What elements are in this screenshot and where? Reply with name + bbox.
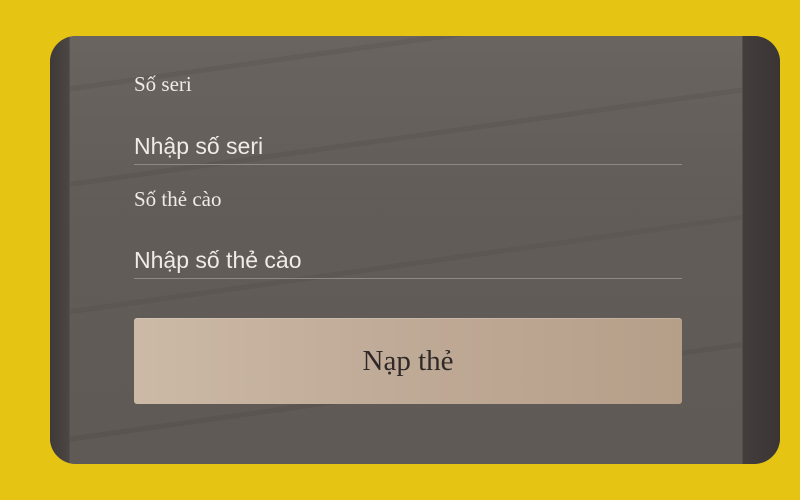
serial-label: Số seri bbox=[134, 72, 192, 96]
left-panel-edge bbox=[50, 36, 70, 464]
card-number-label: Số thẻ cào bbox=[134, 187, 222, 211]
card-number-input[interactable] bbox=[134, 242, 682, 279]
right-panel-edge bbox=[742, 36, 780, 464]
recharge-form-panel: Số seri Số thẻ cào Nạp thẻ bbox=[50, 36, 780, 464]
recharge-button[interactable]: Nạp thẻ bbox=[134, 318, 682, 404]
serial-input[interactable] bbox=[134, 128, 682, 165]
